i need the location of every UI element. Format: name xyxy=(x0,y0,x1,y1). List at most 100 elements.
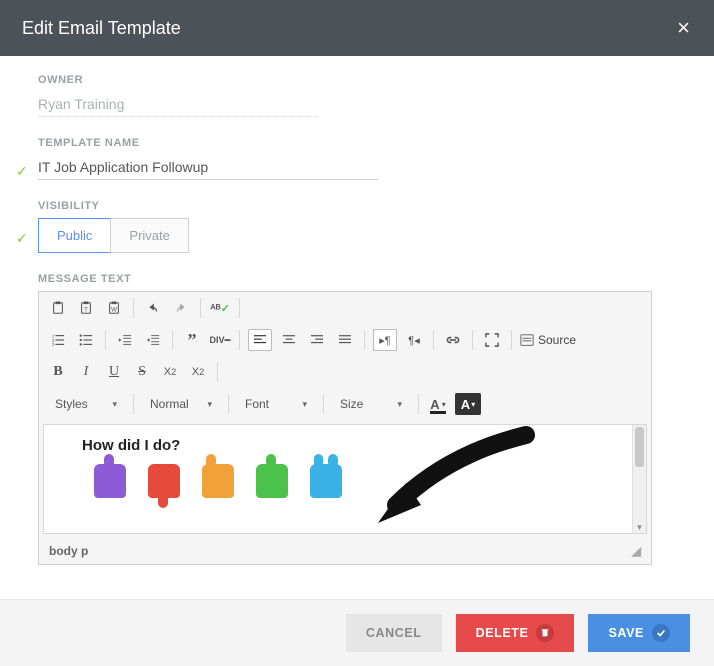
modal-header: Edit Email Template × xyxy=(0,0,714,56)
blockquote-icon[interactable]: ” xyxy=(181,329,203,351)
div-block-icon[interactable]: DIV▬ xyxy=(209,329,231,351)
spellcheck-icon[interactable]: ᴬᴮ✓ xyxy=(209,297,231,319)
resize-handle-icon[interactable]: ◢ xyxy=(632,544,641,558)
numbered-list-icon[interactable]: 123 xyxy=(47,329,69,351)
visibility-private-button[interactable]: Private xyxy=(110,218,188,253)
toolbar-separator xyxy=(105,330,106,350)
text-color-icon[interactable]: A▾ xyxy=(427,393,449,415)
bullet-list-icon[interactable] xyxy=(75,329,97,351)
toolbar-separator xyxy=(228,394,229,414)
toolbar-row-1: T W ᴬᴮ✓ xyxy=(39,292,651,324)
cancel-button[interactable]: CANCEL xyxy=(346,614,442,652)
content-heading: How did I do? xyxy=(64,437,626,454)
check-icon: ✓ xyxy=(16,230,28,247)
svg-text:3: 3 xyxy=(52,342,55,347)
source-button[interactable]: Source xyxy=(520,333,576,347)
paste-word-icon[interactable]: W xyxy=(103,297,125,319)
editor-scrollbar[interactable]: ▾ xyxy=(632,425,646,533)
toolbar-separator xyxy=(418,394,419,414)
message-field: MESSAGE TEXT T W ᴬᴮ✓ 123 xyxy=(38,273,692,565)
delete-label: DELETE xyxy=(476,626,529,640)
owner-value: Ryan Training xyxy=(38,92,318,117)
font-select[interactable]: Font▾ xyxy=(237,394,315,414)
redo-icon[interactable] xyxy=(170,297,192,319)
modal-title: Edit Email Template xyxy=(22,18,181,39)
superscript-icon[interactable]: X2 xyxy=(187,361,209,383)
paste-text-icon[interactable]: T xyxy=(75,297,97,319)
svg-text:W: W xyxy=(111,307,117,314)
template-name-field: ✓ TEMPLATE NAME xyxy=(38,137,692,180)
toolbar-separator xyxy=(433,330,434,350)
modal-body: OWNER Ryan Training ✓ TEMPLATE NAME ✓ VI… xyxy=(0,56,714,581)
subscript-icon[interactable]: X2 xyxy=(159,361,181,383)
element-path-text: body p xyxy=(49,544,88,558)
rich-text-editor: T W ᴬᴮ✓ 123 ” DIV▬ xyxy=(38,291,652,565)
size-select[interactable]: Size▾ xyxy=(332,394,410,414)
align-right-icon[interactable] xyxy=(306,329,328,351)
format-select[interactable]: Normal▾ xyxy=(142,394,220,414)
template-name-label: TEMPLATE NAME xyxy=(38,137,692,149)
save-label: SAVE xyxy=(608,626,644,640)
template-name-input[interactable] xyxy=(38,155,378,180)
bold-icon[interactable]: B xyxy=(47,361,69,383)
owner-field: OWNER Ryan Training xyxy=(38,74,692,117)
scroll-down-icon[interactable]: ▾ xyxy=(633,522,646,533)
save-button[interactable]: SAVE xyxy=(588,614,690,652)
undo-icon[interactable] xyxy=(142,297,164,319)
toolbar-separator xyxy=(364,330,365,350)
svg-text:T: T xyxy=(84,307,88,314)
outdent-icon[interactable] xyxy=(114,329,136,351)
toolbar-separator xyxy=(133,298,134,318)
underline-icon[interactable]: U xyxy=(103,361,125,383)
toolbar-separator xyxy=(217,362,218,382)
message-label: MESSAGE TEXT xyxy=(38,273,692,285)
toolbar-separator xyxy=(239,298,240,318)
maximize-icon[interactable] xyxy=(481,329,503,351)
align-justify-icon[interactable] xyxy=(334,329,356,351)
toolbar-separator xyxy=(323,394,324,414)
editor-content[interactable]: How did I do? ▾ xyxy=(43,424,647,534)
link-icon[interactable] xyxy=(442,329,464,351)
editor-element-path: body p ◢ xyxy=(39,538,651,564)
align-center-icon[interactable] xyxy=(278,329,300,351)
visibility-segmented: Public Private xyxy=(38,218,692,253)
thumbs-up-hand-icon[interactable] xyxy=(256,464,288,498)
delete-button[interactable]: DELETE xyxy=(456,614,575,652)
rock-on-hand-icon[interactable] xyxy=(310,464,342,498)
visibility-label: VISIBILITY xyxy=(38,200,692,212)
scrollbar-thumb[interactable] xyxy=(635,427,644,467)
rating-row xyxy=(64,464,626,498)
cancel-label: CANCEL xyxy=(366,626,422,640)
toolbar-row-4: Styles▾ Normal▾ Font▾ Size▾ A▾ A▾ xyxy=(39,388,651,420)
align-left-icon[interactable] xyxy=(248,329,272,351)
rtl-icon[interactable]: ¶◂ xyxy=(403,329,425,351)
close-icon[interactable]: × xyxy=(677,15,690,41)
visibility-public-button[interactable]: Public xyxy=(38,218,111,253)
toolbar-separator xyxy=(472,330,473,350)
toolbar-separator xyxy=(133,394,134,414)
toolbar-separator xyxy=(172,330,173,350)
ltr-icon[interactable]: ▸¶ xyxy=(373,329,397,351)
visibility-field: ✓ VISIBILITY Public Private xyxy=(38,200,692,253)
source-label: Source xyxy=(538,333,576,347)
toolbar-separator xyxy=(200,298,201,318)
toolbar-separator xyxy=(511,330,512,350)
toolbar-row-2: 123 ” DIV▬ ▸¶ ¶◂ xyxy=(39,324,651,356)
owner-label: OWNER xyxy=(38,74,692,86)
styles-select[interactable]: Styles▾ xyxy=(47,394,125,414)
source-icon xyxy=(520,333,534,347)
angry-hand-icon[interactable] xyxy=(94,464,126,498)
indent-icon[interactable] xyxy=(142,329,164,351)
trash-icon xyxy=(536,624,554,642)
bg-color-icon[interactable]: A▾ xyxy=(455,393,481,415)
point-hand-icon[interactable] xyxy=(202,464,234,498)
modal-footer: CANCEL DELETE SAVE xyxy=(0,599,714,666)
check-circle-icon xyxy=(652,624,670,642)
thumbs-down-hand-icon[interactable] xyxy=(148,464,180,498)
italic-icon[interactable]: I xyxy=(75,361,97,383)
paste-icon[interactable] xyxy=(47,297,69,319)
toolbar-row-3: B I U S X2 X2 xyxy=(39,356,651,388)
strike-icon[interactable]: S xyxy=(131,361,153,383)
check-icon: ✓ xyxy=(16,163,28,180)
toolbar-separator xyxy=(239,330,240,350)
